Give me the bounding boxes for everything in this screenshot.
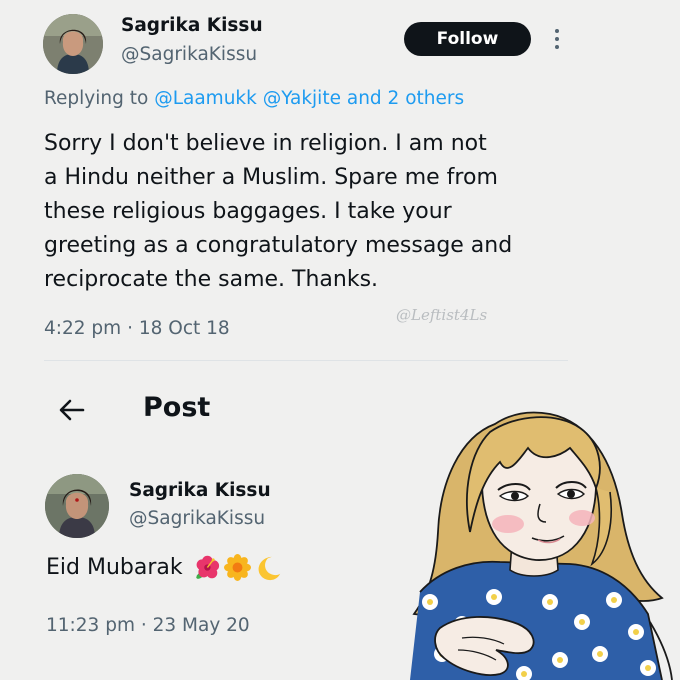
tweet-text-content: Eid Mubarak <box>46 555 183 580</box>
follow-button[interactable]: Follow <box>404 22 531 56</box>
display-name[interactable]: Sagrika Kissu <box>129 480 271 501</box>
page-title: Post <box>143 392 211 423</box>
screenshot-card: Sagrika Kissu @SagrikaKissu Follow Reply… <box>0 0 680 680</box>
watermark: @Leftist4Ls <box>396 306 488 324</box>
arrow-left-icon[interactable] <box>58 396 86 424</box>
replying-to-line: Replying to @Laamukk @Yakjite and 2 othe… <box>44 88 464 109</box>
tweet-text-line: Sorry I don't believe in religion. I am … <box>44 131 487 156</box>
tweet-text-line: greeting as a congratulatory message and <box>44 233 513 258</box>
hibiscus-emoji <box>195 555 219 579</box>
tweet-text-line: a Hindu neither a Muslim. Spare me from <box>44 165 498 190</box>
avatar[interactable] <box>45 474 109 538</box>
reply-others-link[interactable]: and 2 others <box>347 88 464 109</box>
tweet-text: Eid Mubarak <box>46 554 282 581</box>
avatar[interactable] <box>43 14 103 74</box>
more-options-icon[interactable] <box>547 26 567 52</box>
reply-prefix: Replying to <box>44 88 149 109</box>
profile-photo <box>43 14 103 74</box>
profile-photo <box>45 474 109 538</box>
user-handle[interactable]: @SagrikaKissu <box>121 44 257 65</box>
tweet-text-line: reciprocate the same. Thanks. <box>44 267 379 292</box>
blossom-emoji <box>223 554 251 581</box>
tweet-timestamp[interactable]: 11:23 pm · 23 May 20 <box>46 615 250 636</box>
display-name[interactable]: Sagrika Kissu <box>121 15 263 36</box>
divider <box>44 360 568 361</box>
wojak-girl-illustration <box>410 411 673 680</box>
user-handle[interactable]: @SagrikaKissu <box>129 508 265 529</box>
crescent-moon-emoji <box>258 556 280 581</box>
tweet-text-line: these religious baggages. I take your <box>44 199 452 224</box>
reply-mentions-link[interactable]: @Laamukk @Yakjite <box>154 88 341 109</box>
tweet-text: Sorry I don't believe in religion. I am … <box>44 127 564 297</box>
tweet-timestamp[interactable]: 4:22 pm · 18 Oct 18 <box>44 318 230 339</box>
